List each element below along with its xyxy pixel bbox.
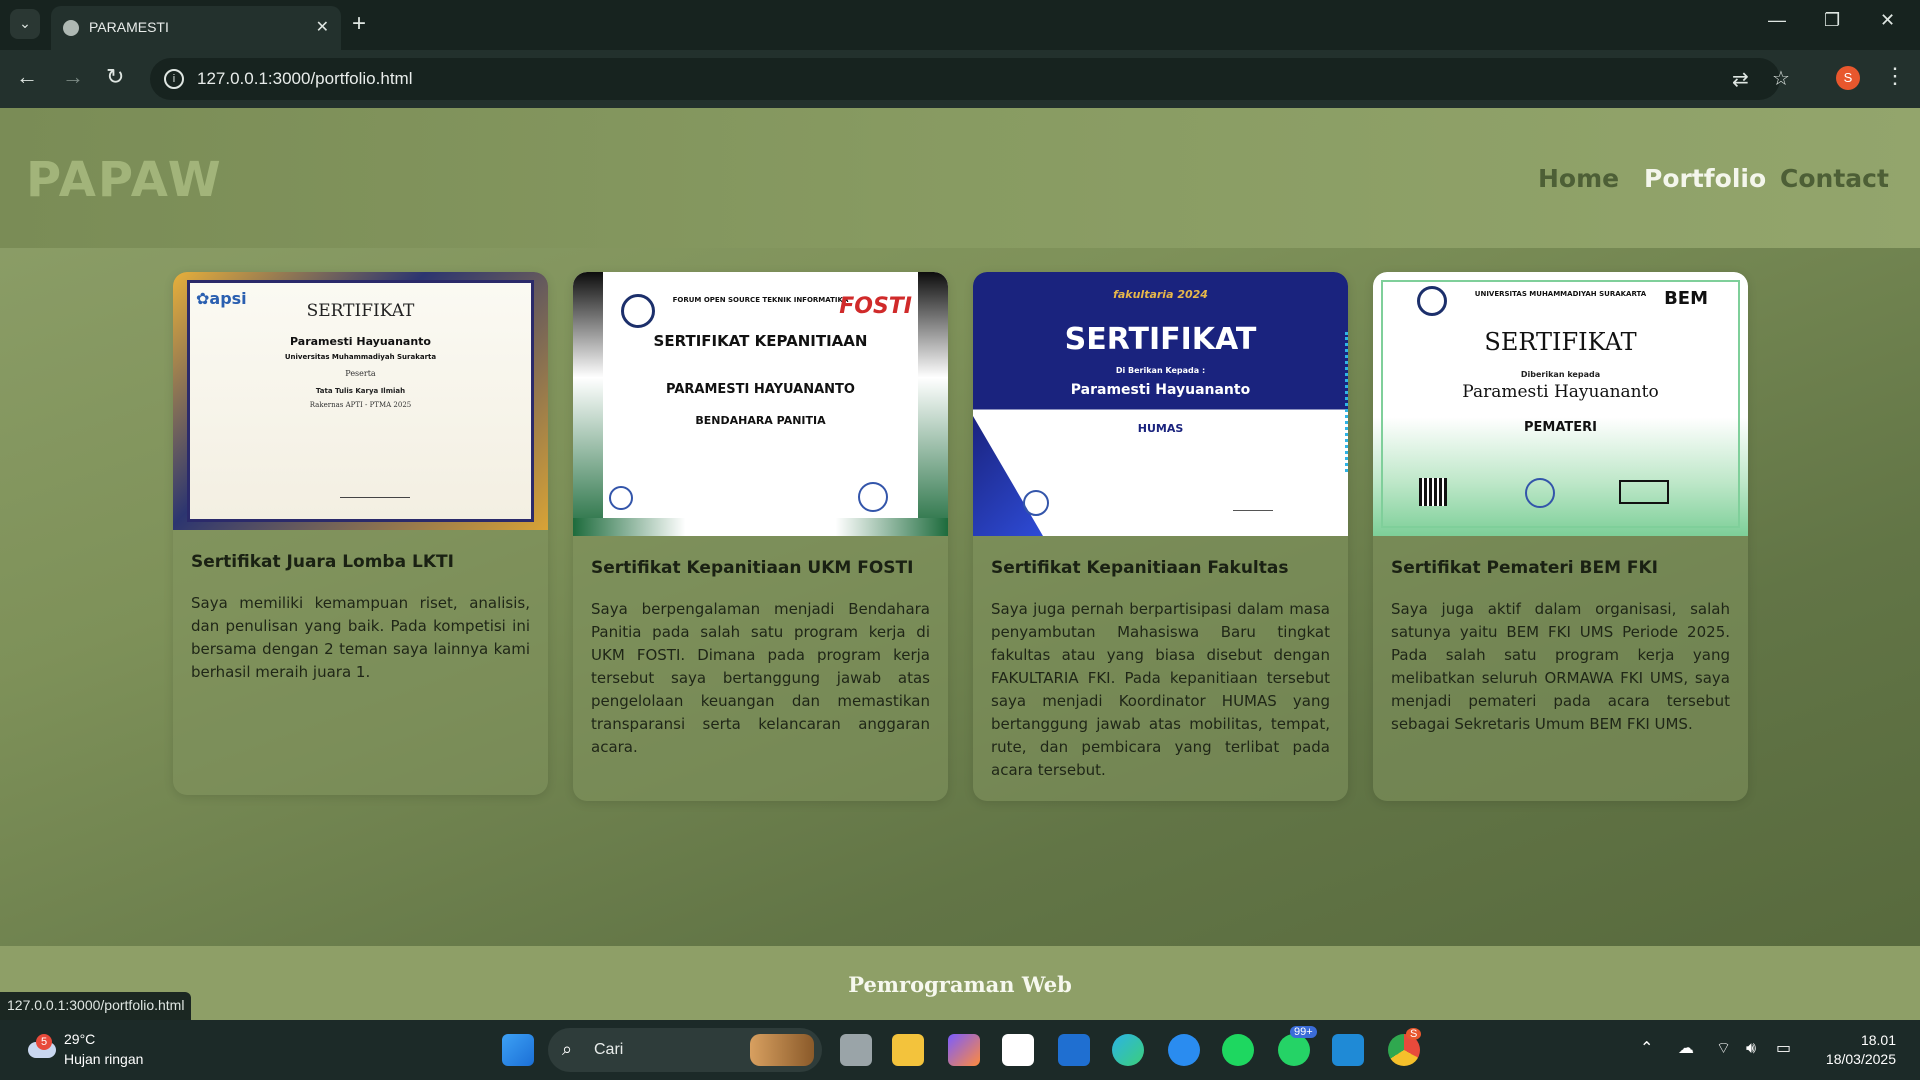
card-description: Saya berpengalaman menjadi Bendahara Pan… — [591, 600, 930, 756]
search-placeholder: Cari — [594, 1041, 624, 1058]
status-bar-url: 127.0.0.1:3000/portfolio.html — [0, 992, 192, 1020]
whatsapp-badge: 99+ — [1290, 1026, 1317, 1038]
weather-description[interactable]: Hujan ringan — [64, 1051, 143, 1067]
tab-title: PARAMESTI — [89, 19, 169, 35]
browser-tab[interactable]: PARAMESTI ✕ — [51, 6, 341, 50]
weather-temperature[interactable]: 29°C — [64, 1031, 95, 1047]
nav-link-contact[interactable]: Contact — [1780, 164, 1889, 193]
fosti-logo: FOSTI — [839, 294, 912, 319]
wifi-icon[interactable]: ⌔ — [1716, 1038, 1731, 1058]
bookmark-star-icon[interactable]: ☆ — [1772, 66, 1790, 90]
copilot-icon[interactable] — [948, 1034, 980, 1066]
search-highlight-image — [750, 1034, 814, 1066]
certificate-image: UNIVERSITAS MUHAMMADIYAH SURAKARTA BEM S… — [1373, 272, 1748, 536]
portfolio-card: FORUM OPEN SOURCE TEKNIK INFORMATIKA FOS… — [573, 272, 948, 801]
profile-avatar[interactable]: S — [1836, 66, 1860, 90]
clock-date[interactable]: 18/03/2025 — [1826, 1051, 1896, 1067]
tray-overflow-icon[interactable]: ⌃ — [1640, 1038, 1653, 1057]
clock-time[interactable]: 18.01 — [1861, 1032, 1896, 1048]
spotify-icon[interactable] — [1222, 1034, 1254, 1066]
card-description: Saya juga aktif dalam organisasi, salah … — [1391, 600, 1730, 733]
reload-icon[interactable]: ↻ — [106, 64, 124, 90]
microsoft-store-icon[interactable] — [1002, 1034, 1034, 1066]
site-header: PAPAW Home Portfolio Contact — [0, 108, 1920, 248]
site-info-icon[interactable]: i — [164, 69, 184, 89]
card-title: Sertifikat Pemateri BEM FKI — [1391, 558, 1659, 578]
page-viewport: PAPAW Home Portfolio Contact ✿apsi SERTI… — [0, 108, 1920, 1020]
certificate-image: FORUM OPEN SOURCE TEKNIK INFORMATIKA FOS… — [573, 272, 948, 536]
windows-start-icon[interactable] — [502, 1034, 534, 1066]
address-bar[interactable]: i 127.0.0.1:3000/portfolio.html ⇄ ☆ — [150, 58, 1790, 100]
card-title: Sertifikat Kepanitiaan Fakultas — [991, 558, 1289, 578]
battery-icon[interactable]: ▭ — [1776, 1038, 1791, 1057]
certificate-image: ✿apsi SERTIFIKAT Paramesti Hayuananto Un… — [173, 272, 548, 530]
qr-code — [1419, 478, 1447, 506]
whatsapp-icon[interactable] — [1278, 1034, 1310, 1066]
minimize-icon[interactable]: — — [1768, 10, 1786, 31]
bem-logo: BEM — [1664, 288, 1708, 309]
site-footer: Pemrograman Web — [0, 946, 1920, 1020]
close-tab-icon[interactable]: ✕ — [316, 17, 329, 37]
window-close-icon[interactable]: ✕ — [1880, 10, 1895, 31]
weather-rain-icon[interactable]: 5 — [26, 1034, 58, 1062]
taskbar: 5 29°C Hujan ringan ⌕ Cari 99+ S ⌃ ☁ ⌔ 🔊… — [0, 1020, 1920, 1080]
restore-icon[interactable]: ❐ — [1824, 10, 1840, 31]
safari-icon[interactable] — [1168, 1034, 1200, 1066]
url-text[interactable]: 127.0.0.1:3000/portfolio.html — [197, 69, 412, 89]
onedrive-icon[interactable]: ☁ — [1678, 1038, 1694, 1057]
browser-tabbar: ⌄ PARAMESTI ✕ + — ❐ ✕ — [0, 0, 1920, 50]
outlook-icon[interactable] — [1058, 1034, 1090, 1066]
portfolio-card: fakultaria 2024 SERTIFIKAT Di Berikan Ke… — [973, 272, 1348, 801]
back-arrow-icon[interactable]: ← — [16, 64, 38, 90]
globe-icon — [63, 20, 79, 36]
taskbar-search[interactable]: ⌕ Cari — [548, 1028, 822, 1072]
browser-toolbar: ← → ↻ i 127.0.0.1:3000/portfolio.html ⇄ … — [0, 50, 1920, 108]
signature-line — [340, 478, 410, 498]
file-explorer-icon[interactable] — [892, 1034, 924, 1066]
portfolio-card: ✿apsi SERTIFIKAT Paramesti Hayuananto Un… — [173, 272, 548, 795]
volume-icon[interactable]: 🔊︎ — [1746, 1038, 1756, 1058]
nav-link-home[interactable]: Home — [1538, 164, 1619, 193]
vscode-icon[interactable] — [1332, 1034, 1364, 1066]
chrome-profile-badge: S — [1406, 1028, 1422, 1040]
more-menu-icon[interactable]: ⋮ — [1884, 63, 1906, 89]
card-description: Saya juga pernah berpartisipasi dalam ma… — [991, 600, 1330, 779]
translate-icon[interactable]: ⇄ — [1732, 67, 1749, 91]
card-title: Sertifikat Juara Lomba LKTI — [191, 552, 454, 572]
site-logo[interactable]: PAPAW — [26, 152, 223, 208]
forward-arrow-icon[interactable]: → — [62, 64, 84, 90]
tab-search-icon[interactable]: ⌄ — [10, 9, 40, 39]
task-view-icon[interactable] — [840, 1034, 872, 1066]
nav-link-portfolio[interactable]: Portfolio — [1644, 164, 1766, 193]
card-title: Sertifikat Kepanitiaan UKM FOSTI — [591, 558, 914, 578]
edge-icon[interactable] — [1112, 1034, 1144, 1066]
portfolio-card: UNIVERSITAS MUHAMMADIYAH SURAKARTA BEM S… — [1373, 272, 1748, 801]
certificate-image: fakultaria 2024 SERTIFIKAT Di Berikan Ke… — [973, 272, 1348, 536]
footer-text: Pemrograman Web — [848, 972, 1072, 997]
card-description: Saya memiliki kemampuan riset, analisis,… — [191, 594, 530, 681]
search-icon: ⌕ — [562, 1039, 573, 1060]
new-tab-icon[interactable]: + — [352, 10, 366, 38]
